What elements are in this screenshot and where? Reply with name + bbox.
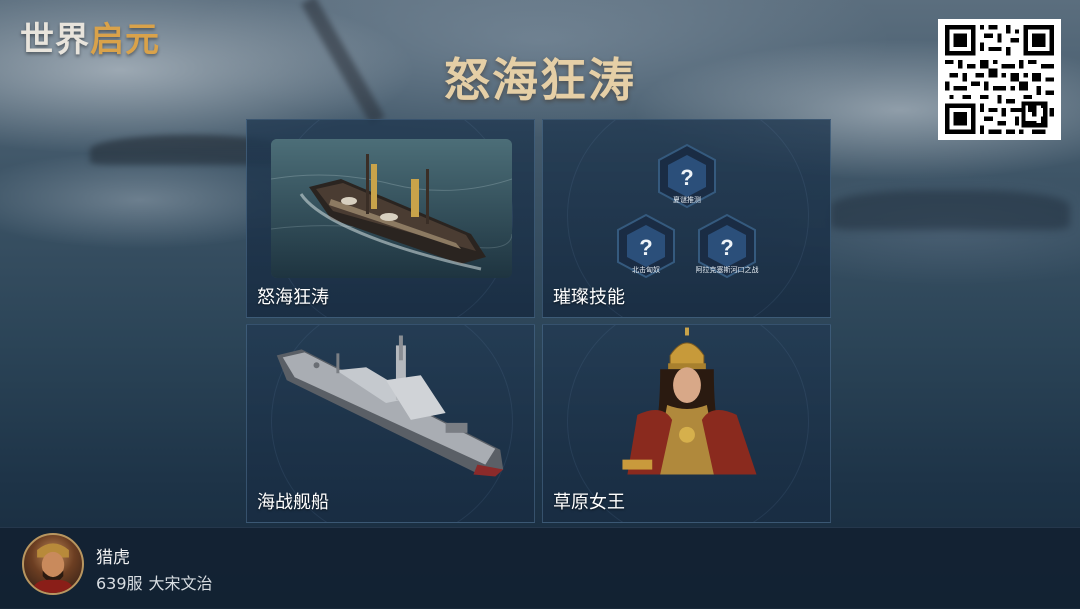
player-info-bar: 猎虎 639服 大宋文治 [0,527,1080,609]
skill-slot-1[interactable]: ? 夏谜推测 [655,143,719,209]
card-label: 草原女王 [553,492,625,513]
feature-grid: 怒海狂涛 ? 夏谜推测 ? 北击匈奴 ? 阿拉克塞斯河口之战 璀璨技能 海战舰船… [246,119,832,523]
player-avatar[interactable] [22,533,84,595]
svg-text:?: ? [680,165,693,190]
card-naval-ships[interactable]: 海战舰船 [246,324,535,523]
ironclad-ship-image [271,139,512,278]
steppe-queen-portrait [543,325,830,485]
player-server-info: 639服 大宋文治 [96,570,219,594]
card-rough-seas[interactable]: 怒海狂涛 [246,119,535,318]
skill-caption: 夏谜推测 [673,196,701,204]
skill-caption: 阿拉克塞斯河口之战 [695,266,759,274]
server-number: 639服 [96,574,143,593]
background-ship-far [830,190,1070,230]
card-label: 怒海狂涛 [257,287,329,308]
card-brilliant-skills[interactable]: ? 夏谜推测 ? 北击匈奴 ? 阿拉克塞斯河口之战 璀璨技能 [542,119,831,318]
svg-text:?: ? [720,235,733,260]
svg-text:?: ? [639,235,652,260]
card-steppe-queen[interactable]: 草原女王 [542,324,831,523]
player-civilization: 大宋文治 [148,574,213,593]
card-label: 海战舰船 [257,492,329,513]
page-title: 怒海狂涛 [444,53,636,107]
skill-slot-2[interactable]: ? 北击匈奴 [614,213,678,279]
destroyer-ship-image [247,325,534,485]
card-label: 璀璨技能 [553,287,625,308]
player-name: 猎虎 [96,548,130,568]
skill-slot-3[interactable]: ? 阿拉克塞斯河口之战 [695,213,759,279]
